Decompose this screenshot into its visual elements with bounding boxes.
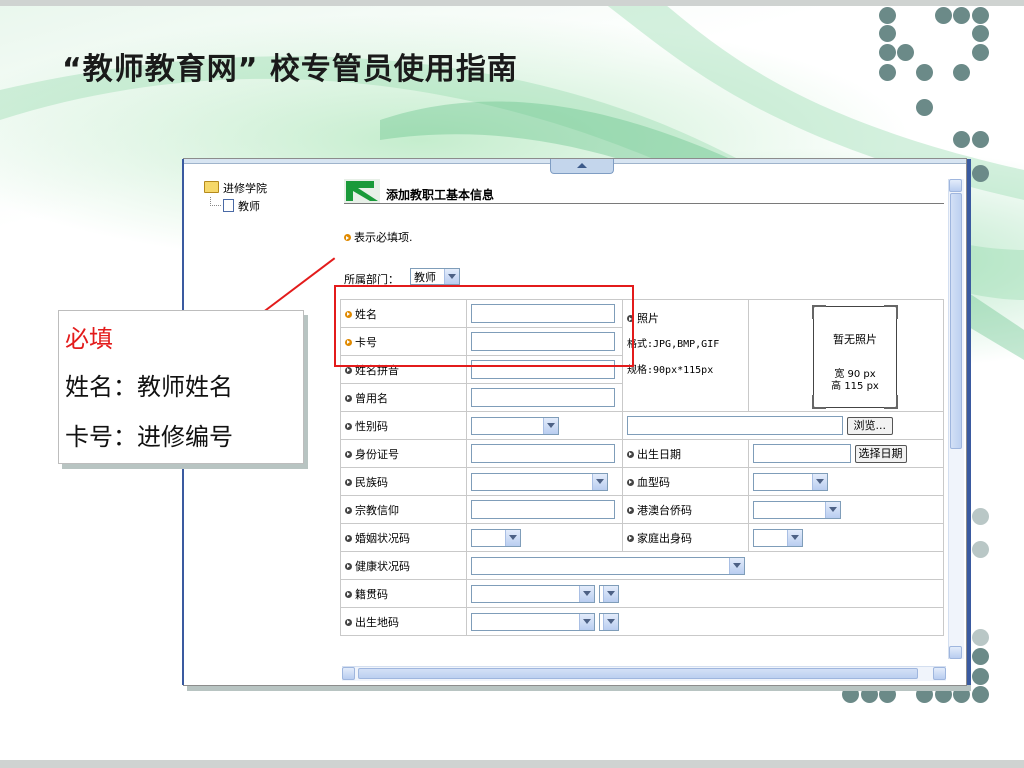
chevron-down-icon	[729, 557, 744, 574]
chevron-down-icon	[579, 585, 594, 602]
slide-title: “教师教育网” 校专管员使用指南	[62, 52, 518, 87]
vertical-scrollbar[interactable]	[948, 179, 964, 659]
family-origin-select[interactable]	[753, 528, 803, 547]
scroll-left-button[interactable]	[342, 667, 355, 680]
birth-date-input[interactable]	[753, 444, 851, 463]
chevron-down-icon	[505, 529, 520, 546]
id-number-input[interactable]	[471, 444, 615, 463]
chevron-down-icon	[787, 529, 802, 546]
field-marker-icon	[345, 618, 352, 626]
folder-icon	[204, 181, 219, 193]
field-marker-icon	[345, 590, 352, 598]
chevron-down-icon	[812, 473, 827, 490]
scroll-up-button[interactable]	[949, 179, 962, 192]
field-marker-icon	[345, 562, 352, 570]
choose-date-button[interactable]: 选择日期	[854, 444, 907, 463]
browse-button[interactable]: 浏览...	[846, 416, 893, 435]
required-fields-callout: 必填 姓名：教师姓名 卡号：进修编号	[58, 310, 304, 464]
horizontal-scrollbar[interactable]	[342, 666, 946, 681]
native-place-sub-select[interactable]	[598, 584, 619, 603]
field-marker-icon	[345, 366, 352, 374]
chevron-down-icon	[444, 269, 459, 284]
required-note: 表示必填项.	[344, 229, 413, 245]
field-marker-icon	[627, 450, 634, 458]
religion-input[interactable]	[471, 500, 615, 519]
form-header: 添加教职工基本信息	[386, 188, 495, 202]
former-name-input[interactable]	[471, 388, 615, 407]
tree-node-root[interactable]: 进修学院	[204, 181, 267, 197]
document-icon	[223, 199, 234, 212]
gender-select[interactable]	[471, 416, 559, 435]
bottom-bar	[0, 760, 1024, 768]
chevron-down-icon	[602, 585, 618, 602]
marital-select[interactable]	[471, 528, 521, 547]
scroll-down-button[interactable]	[949, 646, 962, 659]
chevron-down-icon	[543, 417, 558, 434]
vertical-scroll-thumb[interactable]	[950, 193, 962, 449]
blood-type-select[interactable]	[753, 472, 828, 491]
field-marker-icon	[627, 478, 634, 486]
org-tree: 进修学院 教师	[204, 181, 267, 213]
required-marker-icon	[344, 234, 351, 241]
field-marker-icon	[345, 506, 352, 514]
field-marker-icon	[345, 394, 352, 402]
horizontal-scroll-thumb[interactable]	[358, 668, 918, 679]
chevron-down-icon	[602, 613, 618, 630]
dept-select[interactable]: 教师	[410, 268, 460, 285]
field-marker-icon	[345, 478, 352, 486]
chevron-down-icon	[579, 613, 594, 630]
birthplace-sub-select[interactable]	[598, 612, 619, 631]
photo-placeholder: 暂无照片 宽 90 px 高 115 px	[812, 304, 898, 409]
required-fields-highlight	[334, 285, 634, 367]
green-arrow-icon	[344, 179, 380, 203]
birthplace-select[interactable]	[471, 612, 595, 631]
field-marker-icon	[345, 422, 352, 430]
health-select[interactable]	[471, 556, 745, 575]
ethnicity-select[interactable]	[471, 472, 608, 491]
field-marker-icon	[627, 506, 634, 514]
scroll-right-button[interactable]	[933, 667, 946, 680]
chevron-down-icon	[825, 501, 840, 518]
native-place-select[interactable]	[471, 584, 595, 603]
field-marker-icon	[345, 534, 352, 542]
tree-node-child[interactable]: 教师	[204, 197, 267, 213]
photo-path-input[interactable]	[627, 416, 843, 435]
collapse-tab[interactable]	[550, 159, 614, 174]
hk-macau-tw-select[interactable]	[753, 500, 841, 519]
chevron-down-icon	[592, 473, 607, 490]
top-bar	[0, 0, 1024, 6]
field-marker-icon	[345, 450, 352, 458]
field-marker-icon	[627, 534, 634, 542]
